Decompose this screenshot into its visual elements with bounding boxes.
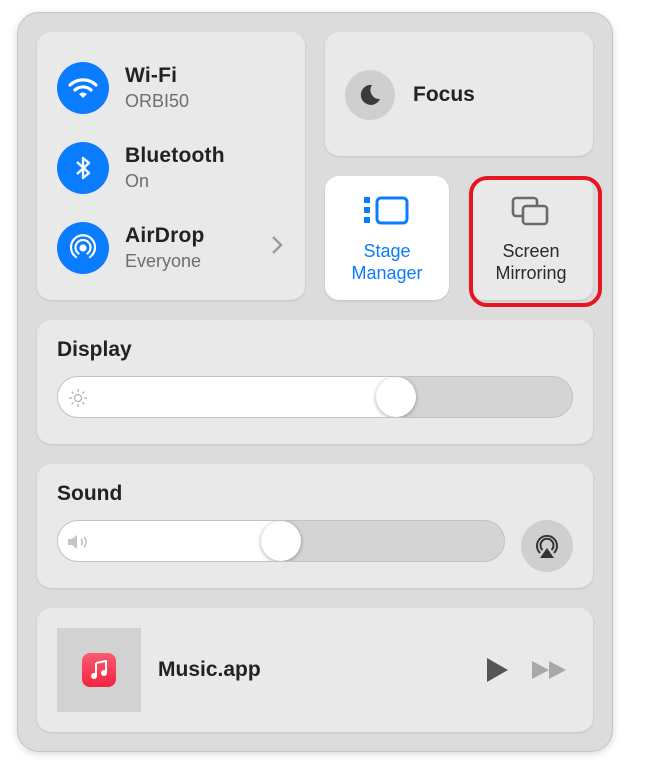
airplay-audio-button[interactable]: [521, 520, 573, 572]
brightness-fill: [58, 377, 396, 417]
sound-label: Sound: [57, 482, 123, 505]
fast-forward-icon[interactable]: [531, 660, 567, 680]
airdrop-status: Everyone: [125, 251, 202, 271]
stage-manager-button[interactable]: Stage Manager: [325, 176, 449, 300]
stage-manager-icon: [364, 196, 409, 225]
stage-manager-label-1: Stage: [363, 241, 411, 261]
chevron-right-icon[interactable]: [271, 235, 283, 255]
display-tile: Display: [37, 320, 593, 444]
volume-knob[interactable]: [261, 521, 301, 561]
now-playing-tile: Music.app: [37, 608, 593, 732]
play-icon[interactable]: [485, 657, 509, 683]
music-icon: [82, 653, 116, 687]
bluetooth-status: On: [125, 171, 150, 191]
brightness-knob[interactable]: [375, 377, 416, 417]
focus-button[interactable]: Focus: [325, 32, 593, 156]
stage-manager-label-2: Manager: [351, 263, 423, 283]
airplay-audio-icon: [536, 534, 558, 558]
display-label: Display: [57, 338, 132, 361]
connectivity-tile: Wi-Fi ORBI50 Bluetooth On AirDrop Everyone: [37, 32, 305, 300]
wifi-label: Wi-Fi: [125, 64, 178, 87]
volume-slider[interactable]: [57, 520, 505, 562]
now-playing-app: Music.app: [158, 658, 261, 681]
highlight-box: [469, 176, 602, 307]
airdrop-label: AirDrop: [125, 224, 205, 247]
sun-icon: [69, 389, 87, 407]
moon-icon: [345, 70, 395, 120]
airdrop-icon: [57, 222, 109, 274]
wifi-toggle[interactable]: Wi-Fi ORBI50: [57, 62, 189, 114]
wifi-icon: [57, 62, 109, 114]
speaker-icon: [68, 535, 87, 549]
bluetooth-icon: [57, 142, 109, 194]
focus-label: Focus: [413, 83, 475, 106]
album-art: [57, 628, 141, 712]
airdrop-toggle[interactable]: AirDrop Everyone: [57, 222, 205, 274]
brightness-slider[interactable]: [57, 376, 573, 418]
bluetooth-toggle[interactable]: Bluetooth On: [57, 142, 225, 194]
bluetooth-label: Bluetooth: [125, 144, 225, 167]
wifi-status: ORBI50: [125, 91, 190, 111]
sound-tile: Sound: [37, 464, 593, 588]
